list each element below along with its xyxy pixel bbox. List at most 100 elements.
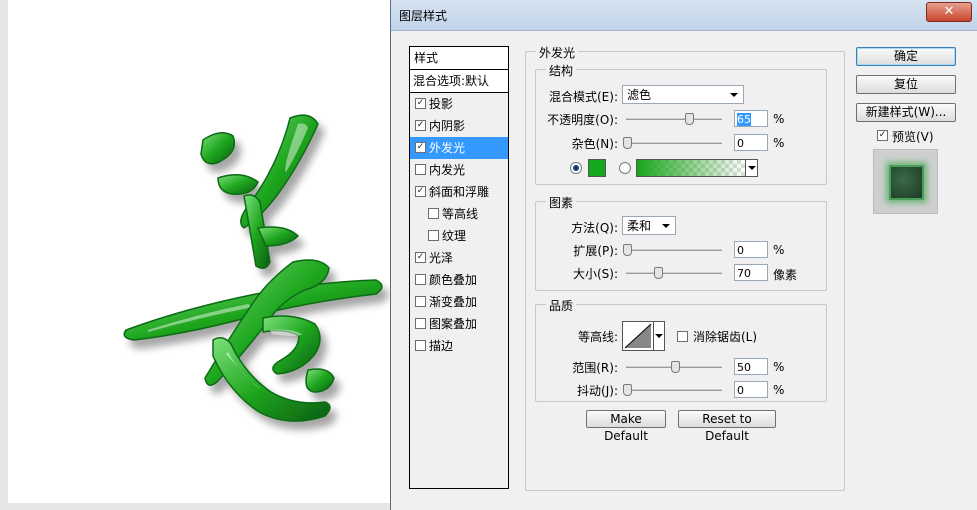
style-item-label: 图案叠加	[429, 317, 478, 331]
style-item[interactable]: ✓ 斜面和浮雕	[410, 181, 508, 203]
style-item-checkbox[interactable]	[428, 208, 439, 219]
technique-dropdown[interactable]: 柔和	[622, 216, 676, 235]
technique-value: 柔和	[627, 219, 652, 233]
antialias-checkbox[interactable]	[677, 331, 688, 342]
spread-slider-thumb[interactable]	[623, 244, 632, 256]
style-item-checkbox[interactable]: ✓	[415, 186, 426, 197]
gradient-radio[interactable]	[619, 162, 631, 174]
blending-options-item[interactable]: 混合选项:默认	[410, 70, 508, 93]
preview-label: 预览(V)	[892, 130, 934, 144]
noise-unit: %	[773, 136, 785, 150]
style-item-label: 内发光	[429, 163, 466, 177]
reset-button[interactable]: 复位	[856, 75, 956, 94]
close-button[interactable]: ✕	[926, 2, 972, 22]
style-item-checkbox[interactable]: ✓	[415, 120, 426, 131]
contour-curve-icon	[624, 323, 652, 349]
style-item-label: 斜面和浮雕	[429, 185, 490, 199]
make-default-button[interactable]: Make Default	[586, 410, 666, 443]
jitter-label: 抖动(J):	[577, 384, 618, 398]
blend-mode-label: 混合模式(E):	[549, 90, 618, 104]
style-item-checkbox[interactable]: ✓	[415, 252, 426, 263]
style-item-checkbox[interactable]	[415, 274, 426, 285]
style-item-checkbox[interactable]	[415, 296, 426, 307]
style-item-checkbox[interactable]	[415, 164, 426, 175]
reset-to-default-button[interactable]: Reset to Default	[678, 410, 776, 443]
style-item-checkbox[interactable]	[428, 230, 439, 241]
style-item-label: 渐变叠加	[429, 295, 478, 309]
spread-slider[interactable]	[626, 249, 722, 251]
antialias-label: 消除锯齿(L)	[693, 330, 758, 344]
style-item[interactable]: 内发光	[410, 159, 508, 181]
glow-color-swatch[interactable]	[588, 159, 606, 177]
style-item-label: 投影	[429, 97, 454, 111]
preview-checkbox[interactable]: ✓	[877, 130, 888, 141]
style-item[interactable]: 颜色叠加	[410, 269, 508, 291]
opacity-slider-thumb[interactable]	[685, 113, 695, 125]
structure-title: 结构	[546, 62, 577, 79]
contour-preview[interactable]	[622, 321, 654, 351]
gradient-dropdown[interactable]	[745, 159, 758, 177]
style-item[interactable]: ✓ 外发光	[410, 137, 508, 159]
dialog-titlebar[interactable]: 图层样式 ✕	[391, 0, 977, 31]
quality-group: 品质 等高线: 消除锯齿(L) 范围(R): 50 % 抖动(J): 0 %	[535, 297, 827, 402]
new-style-button[interactable]: 新建样式(W)...	[856, 103, 956, 122]
range-label: 范围(R):	[572, 361, 618, 375]
style-item[interactable]: 图案叠加	[410, 313, 508, 335]
style-item-label: 外发光	[429, 141, 466, 155]
style-item-checkbox[interactable]: ✓	[415, 142, 426, 153]
dialog-body: 样式 混合选项:默认 ✓ 投影 ✓ 内阴影 ✓ 外发光 内发光 ✓ 斜面和浮雕 等高线 纹理 ✓ 光泽颜…	[405, 36, 971, 498]
chevron-down-icon	[730, 93, 738, 97]
range-slider-thumb[interactable]	[671, 361, 680, 373]
style-item[interactable]: 渐变叠加	[410, 291, 508, 313]
blend-mode-dropdown[interactable]: 滤色	[622, 85, 744, 104]
noise-input[interactable]: 0	[734, 134, 768, 151]
document-canvas[interactable]	[8, 0, 390, 503]
opacity-label: 不透明度(O):	[547, 113, 618, 127]
style-item-checkbox[interactable]	[415, 318, 426, 329]
size-slider-thumb[interactable]	[654, 267, 663, 279]
noise-slider[interactable]	[626, 142, 722, 144]
spread-input[interactable]: 0	[734, 241, 768, 258]
style-item[interactable]: 描边	[410, 335, 508, 357]
structure-group: 结构 混合模式(E): 滤色 不透明度(O): 65 % 杂色(N): 0 %	[535, 62, 827, 185]
styles-list: 样式 混合选项:默认 ✓ 投影 ✓ 内阴影 ✓ 外发光 内发光 ✓ 斜面和浮雕 等高线 纹理 ✓ 光泽颜…	[409, 46, 509, 489]
spread-unit: %	[773, 243, 785, 257]
size-label: 大小(S):	[572, 267, 618, 281]
blend-mode-value: 滤色	[627, 88, 652, 102]
quality-title: 品质	[546, 297, 577, 314]
style-item-label: 等高线	[442, 207, 479, 221]
style-item[interactable]: 等高线	[410, 203, 508, 225]
noise-slider-thumb[interactable]	[623, 137, 632, 149]
range-input[interactable]: 50	[734, 358, 768, 375]
gradient-swatch[interactable]	[636, 159, 746, 177]
green-calligraphy-artwork	[123, 114, 383, 422]
opacity-slider[interactable]	[626, 118, 722, 120]
solid-color-radio[interactable]	[570, 162, 582, 174]
chevron-down-icon	[655, 334, 663, 338]
ok-button[interactable]: 确定	[856, 47, 956, 66]
style-item-checkbox[interactable]	[415, 340, 426, 351]
size-slider[interactable]	[626, 272, 722, 274]
outer-glow-title: 外发光	[536, 44, 579, 61]
style-item[interactable]: ✓ 投影	[410, 93, 508, 115]
style-item[interactable]: ✓ 内阴影	[410, 115, 508, 137]
chevron-down-icon	[748, 166, 756, 170]
range-unit: %	[773, 360, 785, 374]
style-item[interactable]: 纹理	[410, 225, 508, 247]
contour-dropdown[interactable]	[653, 321, 665, 351]
styles-header[interactable]: 样式	[410, 47, 508, 70]
jitter-slider[interactable]	[626, 389, 722, 391]
style-item[interactable]: ✓ 光泽	[410, 247, 508, 269]
style-item-label: 纹理	[442, 229, 467, 243]
noise-label: 杂色(N):	[571, 137, 618, 151]
style-item-label: 描边	[429, 339, 454, 353]
chevron-down-icon	[662, 224, 670, 228]
jitter-slider-thumb[interactable]	[623, 384, 632, 396]
style-items: ✓ 投影 ✓ 内阴影 ✓ 外发光 内发光 ✓ 斜面和浮雕 等高线 纹理 ✓ 光泽 颜色叠加 渐变叠加 图案叠加…	[410, 93, 508, 357]
opacity-input[interactable]: 65	[734, 110, 768, 127]
style-item-checkbox[interactable]: ✓	[415, 98, 426, 109]
size-input[interactable]: 70	[734, 264, 768, 281]
opacity-unit: %	[773, 112, 785, 126]
jitter-input[interactable]: 0	[734, 381, 768, 398]
preview-swatch	[889, 165, 924, 200]
